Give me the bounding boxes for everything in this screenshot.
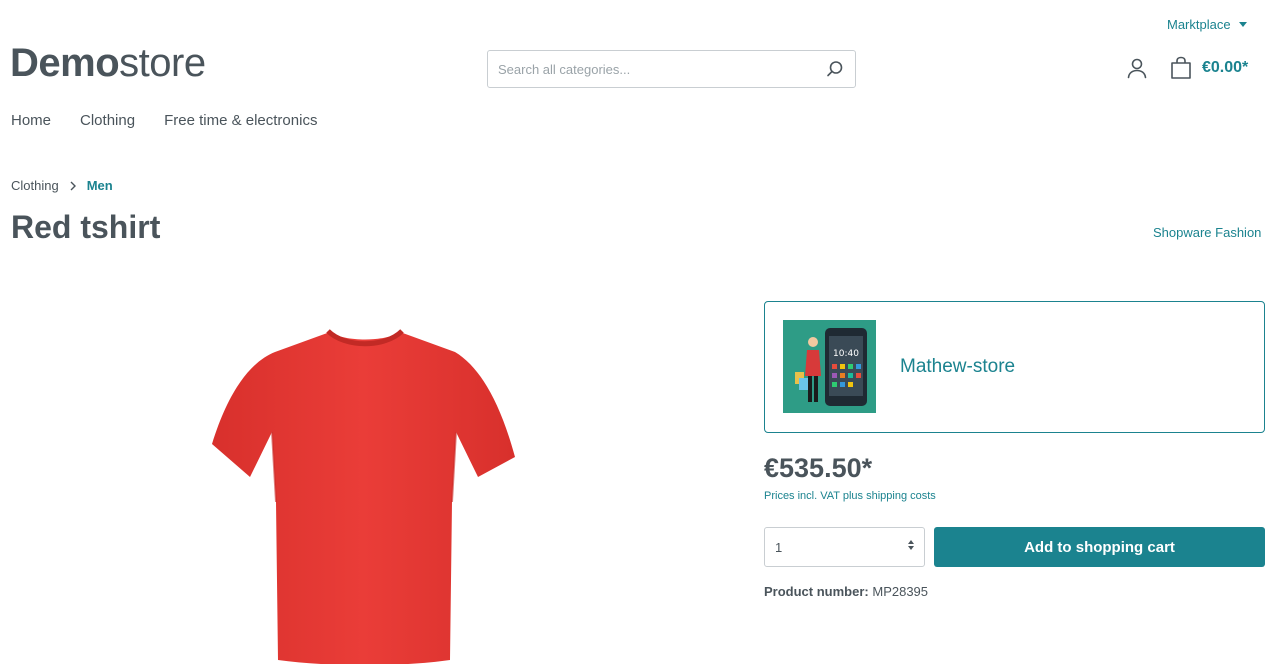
quantity-select[interactable]: 1	[764, 527, 925, 567]
manufacturer-link[interactable]: Shopware Fashion	[1153, 225, 1261, 240]
store-logo[interactable]: Demostore	[10, 43, 206, 83]
add-to-cart-button[interactable]: Add to shopping cart	[934, 527, 1265, 567]
breadcrumb-item-men[interactable]: Men	[87, 178, 113, 193]
select-arrows-icon	[908, 540, 914, 550]
search-input[interactable]	[488, 51, 808, 87]
logo-bold-text: Demo	[10, 41, 120, 85]
breadcrumb: Clothing Men	[11, 178, 113, 193]
breadcrumb-item-clothing[interactable]: Clothing	[11, 178, 59, 193]
marketplace-label: Marktplace	[1167, 17, 1231, 32]
cart-total[interactable]: €0.00*	[1202, 59, 1248, 77]
shopping-bag-icon[interactable]	[1170, 56, 1192, 80]
logo-light-text: store	[119, 41, 206, 85]
product-number-value: MP28395	[872, 584, 929, 599]
phone-screen-time: 10:40	[833, 349, 859, 359]
main-navigation: Home Clothing Free time & electronics	[11, 112, 346, 129]
account-icon[interactable]	[1126, 57, 1148, 79]
product-price: €535.50*	[764, 453, 873, 483]
seller-card[interactable]: 10:40 Mathew-store	[764, 301, 1265, 433]
product-number: Product number: MP28395	[764, 584, 928, 599]
search-bar	[487, 50, 856, 88]
chevron-right-icon	[70, 181, 76, 190]
nav-item-free-time-electronics[interactable]: Free time & electronics	[164, 112, 317, 129]
product-title: Red tshirt	[11, 209, 161, 245]
quantity-value: 1	[775, 539, 783, 555]
tax-shipping-link[interactable]: Prices incl. VAT plus shipping costs	[764, 490, 936, 502]
product-image-red-tshirt[interactable]	[200, 322, 530, 664]
seller-logo: 10:40	[783, 320, 876, 413]
seller-name[interactable]: Mathew-store	[900, 356, 1015, 378]
marketplace-dropdown[interactable]: Marktplace	[1167, 17, 1247, 32]
search-icon[interactable]	[825, 59, 845, 79]
nav-item-home[interactable]: Home	[11, 112, 51, 129]
nav-item-clothing[interactable]: Clothing	[80, 112, 135, 129]
product-number-label: Product number:	[764, 584, 869, 599]
caret-down-icon	[1238, 22, 1247, 27]
